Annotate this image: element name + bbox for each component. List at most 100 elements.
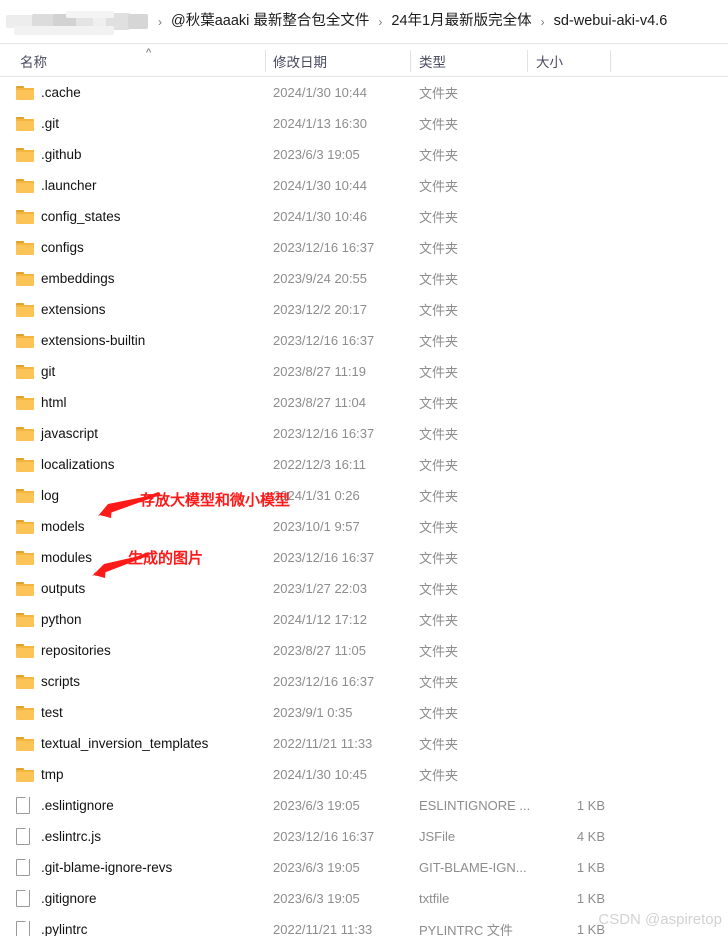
file-row[interactable]: scripts 2023/12/16 16:37 文件夹 [0,666,728,697]
file-row[interactable]: textual_inversion_templates 2022/11/21 11… [0,728,728,759]
file-type: 文件夹 [419,396,459,411]
file-type: 文件夹 [419,365,459,380]
file-name[interactable]: .github [41,139,82,170]
file-row[interactable]: tmp 2024/1/30 10:45 文件夹 [0,759,728,790]
file-row[interactable]: configs 2023/12/16 16:37 文件夹 [0,232,728,263]
file-name[interactable]: configs [41,232,84,263]
folder-icon [16,387,36,418]
file-name[interactable]: .eslintignore [41,790,114,821]
file-name[interactable]: embeddings [41,263,115,294]
file-date-modified: 2022/12/3 16:11 [273,457,367,472]
file-row[interactable]: .eslintignore 2023/6/3 19:05 ESLINTIGNORE … [0,790,728,821]
file-name[interactable]: javascript [41,418,98,449]
column-header-size[interactable]: 大小 [536,44,563,77]
file-type: 文件夹 [419,737,459,752]
file-explorer-window: › @秋葉aaaki 最新整合包全文件 › 24年1月最新版完全体 › sd-w… [0,0,728,936]
column-header-type[interactable]: 类型 [419,44,446,77]
folder-icon [16,635,36,666]
folder-icon [16,77,36,108]
folder-icon [16,356,36,387]
file-date-modified: 2024/1/13 16:30 [273,116,367,131]
file-row[interactable]: javascript 2023/12/16 16:37 文件夹 [0,418,728,449]
file-type: 文件夹 [419,768,459,783]
file-name[interactable]: .eslintrc.js [41,821,101,852]
file-name[interactable]: tmp [41,759,64,790]
file-row[interactable]: .github 2023/6/3 19:05 文件夹 [0,139,728,170]
redaction-block [66,10,114,18]
file-name[interactable]: .git-blame-ignore-revs [41,852,172,883]
file-type: 文件夹 [419,427,459,442]
file-row[interactable]: config_states 2024/1/30 10:46 文件夹 [0,201,728,232]
file-type: 文件夹 [419,303,459,318]
file-size [527,759,605,790]
file-row[interactable]: python 2024/1/12 17:12 文件夹 [0,604,728,635]
file-size [527,449,605,480]
file-date-modified: 2024/1/12 17:12 [273,612,367,627]
file-row[interactable]: extensions 2023/12/2 20:17 文件夹 [0,294,728,325]
column-divider[interactable] [610,50,611,72]
file-row[interactable]: .cache 2024/1/30 10:44 文件夹 [0,77,728,108]
file-row[interactable]: .git 2024/1/13 16:30 文件夹 [0,108,728,139]
file-name[interactable]: extensions [41,294,106,325]
redaction-block [128,13,148,29]
breadcrumb-item-redacted[interactable] [6,9,149,35]
file-row[interactable]: test 2023/9/1 0:35 文件夹 [0,697,728,728]
file-row[interactable]: extensions-builtin 2023/12/16 16:37 文件夹 [0,325,728,356]
breadcrumb-item-1[interactable]: 24年1月最新版完全体 [391,14,531,29]
file-name[interactable]: git [41,356,55,387]
breadcrumb-item-0[interactable]: @秋葉aaaki 最新整合包全文件 [171,14,369,29]
column-divider[interactable] [527,50,528,72]
file-size [527,356,605,387]
folder-icon [16,666,36,697]
file-icon [16,821,36,852]
file-name[interactable]: .pylintrc [41,914,88,936]
file-row[interactable]: .gitignore 2023/6/3 19:05 txtfile 1 KB [0,883,728,914]
file-row[interactable]: embeddings 2023/9/24 20:55 文件夹 [0,263,728,294]
file-name[interactable]: log [41,480,59,511]
file-name[interactable]: config_states [41,201,121,232]
file-row[interactable]: html 2023/8/27 11:04 文件夹 [0,387,728,418]
file-size [527,604,605,635]
file-row[interactable]: repositories 2023/8/27 11:05 文件夹 [0,635,728,666]
file-size: 1 KB [576,860,605,875]
file-date-modified: 2023/9/1 0:35 [273,705,353,720]
column-header-date-modified[interactable]: 修改日期 [273,44,327,77]
column-divider[interactable] [265,50,266,72]
file-size [527,232,605,263]
folder-icon [16,573,36,604]
file-name[interactable]: repositories [41,635,111,666]
file-row[interactable]: .git-blame-ignore-revs 2023/6/3 19:05 GIT-… [0,852,728,883]
file-date-modified: 2023/8/27 11:19 [273,364,367,379]
file-type: 文件夹 [419,272,459,287]
file-name[interactable]: .gitignore [41,883,97,914]
folder-icon [16,170,36,201]
column-header-name[interactable]: 名称 [20,44,47,77]
file-row[interactable]: .launcher 2024/1/30 10:44 文件夹 [0,170,728,201]
file-name[interactable]: extensions-builtin [41,325,145,356]
file-icon [16,852,36,883]
file-name[interactable]: .cache [41,77,81,108]
file-size [527,635,605,666]
breadcrumb-item-2[interactable]: sd-webui-aki-v4.6 [554,14,668,29]
file-type: 文件夹 [419,458,459,473]
column-divider[interactable] [410,50,411,72]
file-row[interactable]: git 2023/8/27 11:19 文件夹 [0,356,728,387]
file-name[interactable]: scripts [41,666,80,697]
file-name[interactable]: localizations [41,449,115,480]
file-date-modified: 2023/12/16 16:37 [273,829,375,844]
file-name[interactable]: python [41,604,82,635]
file-size [527,697,605,728]
folder-icon [16,697,36,728]
file-row[interactable]: .eslintrc.js 2023/12/16 16:37 JSFile 4 KB [0,821,728,852]
file-name[interactable]: test [41,697,63,728]
file-name[interactable]: .launcher [41,170,97,201]
file-row[interactable]: localizations 2022/12/3 16:11 文件夹 [0,449,728,480]
file-type: GIT-BLAME-IGN... [419,860,527,875]
file-name[interactable]: textual_inversion_templates [41,728,208,759]
folder-icon [16,294,36,325]
file-name[interactable]: html [41,387,67,418]
file-date-modified: 2023/12/16 16:37 [273,240,375,255]
file-name[interactable]: .git [41,108,59,139]
file-date-modified: 2023/9/24 20:55 [273,271,367,286]
breadcrumb-bar[interactable]: › @秋葉aaaki 最新整合包全文件 › 24年1月最新版完全体 › sd-w… [0,0,728,44]
